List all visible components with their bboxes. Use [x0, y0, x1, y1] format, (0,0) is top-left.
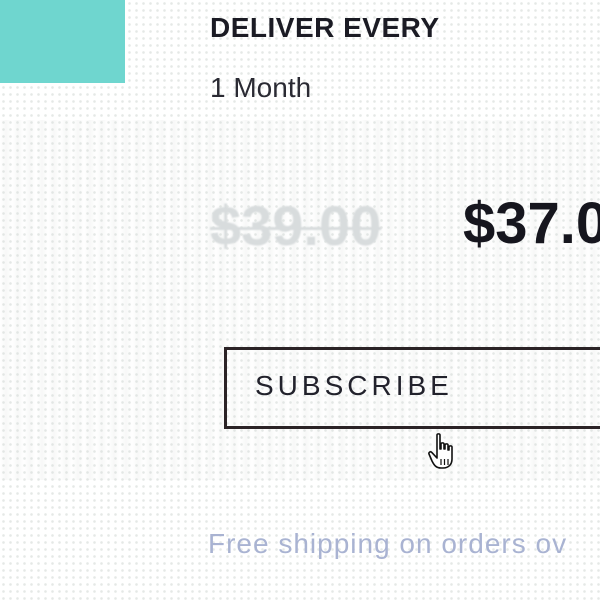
subscription-price: $37.0: [463, 191, 600, 256]
deliver-every-label: DELIVER EVERY: [210, 12, 440, 43]
accent-block: [0, 0, 125, 83]
subscribe-button-label: SUBSCRIBE: [255, 370, 453, 401]
hand-pointer-icon: [428, 432, 464, 470]
free-shipping-note: Free shipping on orders ov: [208, 528, 568, 559]
original-price: $39.00: [210, 194, 382, 257]
subscribe-button[interactable]: SUBSCRIBE: [224, 347, 600, 429]
delivery-frequency-value[interactable]: 1 Month: [210, 72, 311, 104]
